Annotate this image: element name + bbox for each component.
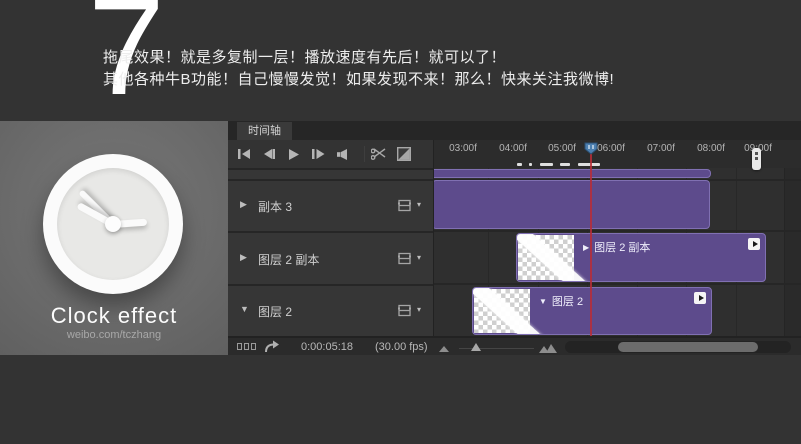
clip-label: ▶图层 2 副本 [583,239,650,255]
track-header-copy3[interactable]: ▶ 副本 3 ▾ [228,179,433,231]
timeline-status-bar: 0:00:05:18 (30.00 fps) [228,336,801,355]
row-separator [434,283,801,285]
right-gutter [784,168,801,336]
clip-layer2[interactable]: ▼图层 2 [472,287,712,335]
mute-audio-button[interactable] [332,145,352,163]
clip-thumbnail [518,235,574,280]
playback-toolbar [228,140,433,168]
ruler-tick-label: 07:00f [639,143,683,154]
clipped-text-remnant [560,163,570,166]
previous-frame-button[interactable] [259,145,279,163]
clip-fx-badge[interactable] [694,292,706,304]
preview-title: Clock effect [0,303,228,329]
track-menu-caret-icon[interactable]: ▾ [417,200,421,209]
clip-copy3[interactable] [433,180,710,229]
ruler-tick-label: 08:00f [689,143,733,154]
expand-arrow-icon[interactable]: ▶ [240,252,247,263]
track-label: 图层 2 副本 [258,251,319,268]
play-button[interactable] [284,145,304,163]
track-label: 图层 2 [258,303,292,320]
clip-layer2-copy[interactable]: ▶图层 2 副本 [516,233,766,282]
video-track-icon [398,252,411,265]
row-separator [434,230,801,232]
current-timecode: 0:00:05:18 [301,341,353,353]
ruler-tick-label: 05:00f [540,143,584,154]
clip-label: ▼图层 2 [539,293,583,309]
frame-rate: (30.00 fps) [375,341,428,353]
zoom-out-icon[interactable] [439,346,449,352]
timeline-clip-area: ▶图层 2 副本 ▼图层 2 [433,168,801,336]
zoom-slider-thumb[interactable] [471,343,481,351]
horizontal-scrollbar-thumb[interactable] [618,342,758,352]
expand-arrow-icon[interactable]: ▶ [240,199,247,210]
clock-preview-image: Clock effect weibo.com/tczhang [0,121,228,355]
collapse-arrow-icon[interactable]: ▼ [240,304,249,314]
clipped-text-remnant [517,163,522,166]
clip-fx-badge[interactable] [748,238,760,250]
ruler-tick-label: 03:00f [441,143,485,154]
split-at-playhead-button[interactable] [368,145,388,163]
thumbnail-diagonal-stripe [516,233,587,282]
horizontal-scrollbar[interactable] [565,341,791,353]
convert-to-frame-animation-icon[interactable] [237,343,256,350]
playhead-marker[interactable] [584,142,598,155]
thumbnail-diagonal-stripe [472,287,543,335]
track-menu-caret-icon[interactable]: ▾ [417,253,421,262]
video-track-icon [398,304,411,317]
ruler-tick-label: 04:00f [491,143,535,154]
clip-thumbnail [474,289,530,333]
track-header-layer2-copy[interactable]: ▶ 图层 2 副本 ▾ [228,231,433,284]
track-header-layer2[interactable]: ▼ 图层 2 ▾ [228,284,433,336]
video-track-icon [398,199,411,212]
clipped-text-remnant [529,163,532,166]
playhead-line [590,152,592,336]
clip-arrow-icon[interactable]: ▶ [583,243,589,252]
track-label: 副本 3 [258,198,292,215]
zoom-in-icon[interactable] [539,344,557,353]
next-frame-button[interactable] [308,145,328,163]
preview-subtitle: weibo.com/tczhang [0,329,228,341]
render-arrow-icon[interactable] [264,340,280,354]
tab-timeline[interactable]: 时间轴 [237,122,292,140]
work-area-end-grip[interactable] [752,148,761,170]
panel-header: 时间轴 [228,121,801,140]
clipped-text-remnant [578,163,600,166]
track-header-column: ▶ 副本 3 ▾ ▶ 图层 2 副本 ▾ ▼ 图层 2 ▾ [228,168,433,336]
timeline-panel: 时间轴 [228,121,801,355]
time-ruler[interactable]: 03:00f 04:00f 05:00f 06:00f 07:00f 08:00… [433,140,801,168]
track-menu-caret-icon[interactable]: ▾ [417,305,421,314]
caption-line-2: 其他各种牛B功能！自己慢慢发觉！如果发现不来！那么！快来关注我微博! [103,69,614,91]
first-frame-button[interactable] [234,145,254,163]
transition-button[interactable] [394,145,414,163]
clip-partial-top[interactable] [433,169,711,178]
tutorial-caption: 拖尾效果！就是多复制一层！播放速度有先后！就可以了！ 其他各种牛B功能！自己慢慢… [103,47,614,91]
track-row-partial [228,168,433,179]
clipped-text-remnant [540,163,553,166]
caption-line-1: 拖尾效果！就是多复制一层！播放速度有先后！就可以了！ [103,47,614,69]
toolbar-divider [364,146,365,162]
clip-arrow-icon[interactable]: ▼ [539,297,547,306]
clock-center-hub [105,216,121,232]
